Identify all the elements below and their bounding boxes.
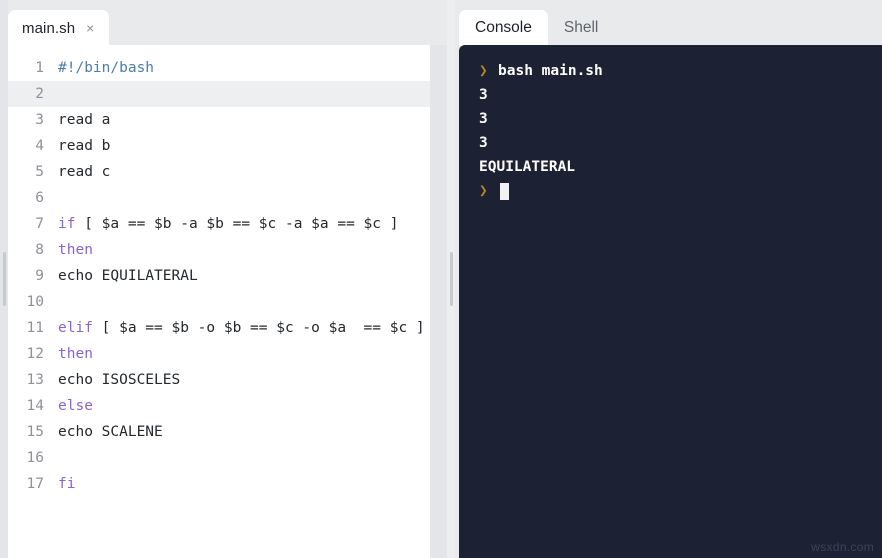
code-line[interactable]: 16 — [0, 445, 430, 471]
code-line[interactable]: 4 read b — [0, 133, 430, 159]
line-number: 11 — [26, 320, 44, 336]
console-output[interactable]: ❯ bash main.sh 3 3 3 EQUILATERAL ❯ wsxdn.com — [459, 45, 882, 558]
console-line: 3 — [459, 131, 882, 155]
editor-tab-main-sh[interactable]: main.sh × — [8, 10, 110, 46]
tab-console-label: Console — [475, 19, 532, 36]
editor-tabstrip: main.sh × — [0, 0, 455, 46]
panel-splitter[interactable] — [447, 0, 455, 558]
splitter-grip-icon — [450, 252, 453, 306]
terminal-cursor — [500, 182, 509, 200]
code-editor[interactable]: 1 #!/bin/bash 2 3 read a 4 read b 5 read c 6 7 if [… — [0, 45, 430, 558]
code-line[interactable]: 11 elif [ $a == $b -o $b == $c -o $a == $… — [0, 315, 430, 341]
editor-tab-label: main.sh — [22, 19, 76, 37]
code-line-text: then — [58, 237, 430, 263]
code-line[interactable]: 9 echo EQUILATERAL — [0, 263, 430, 289]
line-number: 1 — [35, 60, 44, 76]
code-line[interactable]: 5 read c — [0, 159, 430, 185]
code-line-text: echo EQUILATERAL — [58, 268, 198, 284]
console-line: 3 — [459, 83, 882, 107]
watermark: wsxdn.com — [811, 540, 874, 554]
code-line[interactable]: 7 if [ $a == $b -a $b == $c -a $a == $c ] — [0, 211, 430, 237]
line-number: 10 — [26, 294, 44, 310]
line-number: 14 — [26, 398, 44, 414]
code-line-text: else — [58, 393, 430, 419]
code-line[interactable]: 2 — [0, 81, 430, 107]
code-line[interactable]: 6 — [0, 185, 430, 211]
code-line[interactable]: 17 fi — [0, 471, 430, 497]
line-number: 13 — [26, 372, 44, 388]
code-line[interactable]: 1 #!/bin/bash — [0, 55, 430, 81]
code-keyword: fi — [58, 476, 76, 492]
code-keyword: then — [58, 242, 93, 258]
code-text-rest: [ $a == $b -o $b == $c -o $a == $c ] — [92, 320, 425, 336]
code-line[interactable]: 10 — [0, 289, 430, 315]
code-line[interactable]: 12 then — [0, 341, 430, 367]
line-number: 9 — [35, 268, 44, 284]
left-splitter[interactable] — [0, 0, 8, 558]
code-shebang: #!/bin/bash — [58, 60, 155, 76]
console-line-text: 3 — [479, 135, 488, 151]
code-line[interactable]: 14 else — [0, 393, 430, 419]
console-line: EQUILATERAL — [459, 155, 882, 179]
console-tabstrip: Console Shell — [459, 0, 882, 46]
code-keyword: if — [58, 216, 76, 232]
console-line-text: EQUILATERAL — [479, 159, 576, 175]
code-line-text: #!/bin/bash — [58, 55, 430, 81]
code-line-text: echo ISOSCELES — [58, 372, 181, 388]
console-line: 3 — [459, 107, 882, 131]
code-line-text: fi — [58, 471, 430, 497]
line-number: 8 — [35, 242, 44, 258]
code-line-text: if [ $a == $b -a $b == $c -a $a == $c ] — [58, 211, 430, 237]
code-line-text: read c — [58, 164, 111, 180]
code-line-text: then — [58, 341, 430, 367]
console-line: ❯ bash main.sh — [459, 59, 882, 83]
code-line-text: read a — [58, 112, 111, 128]
line-number: 17 — [26, 476, 44, 492]
code-keyword: then — [58, 346, 93, 362]
line-number: 12 — [26, 346, 44, 362]
code-line[interactable]: 13 echo ISOSCELES — [0, 367, 430, 393]
line-number: 16 — [26, 450, 44, 466]
line-number: 2 — [35, 86, 44, 102]
console-line-text: 3 — [479, 87, 488, 103]
ide-window: main.sh × 1 #!/bin/bash 2 3 read a 4 read b 5 re… — [0, 0, 882, 558]
console-pane: Console Shell ❯ bash main.sh 3 3 3 EQUILATERA… — [455, 0, 882, 558]
line-number: 7 — [35, 216, 44, 232]
splitter-grip-icon — [3, 252, 6, 306]
prompt-chevron-icon: ❯ — [479, 183, 488, 199]
line-number: 4 — [35, 138, 44, 154]
code-line-text: elif [ $a == $b -o $b == $c -o $a == $c … — [58, 315, 430, 341]
code-text-rest: [ $a == $b -a $b == $c -a $a == $c ] — [75, 216, 399, 232]
code-keyword: else — [58, 398, 93, 414]
editor-body[interactable]: 1 #!/bin/bash 2 3 read a 4 read b 5 read c 6 7 if [… — [0, 45, 455, 558]
code-line-text: echo SCALENE — [58, 424, 163, 440]
editor-pane: main.sh × 1 #!/bin/bash 2 3 read a 4 read b 5 re… — [0, 0, 455, 558]
code-line[interactable]: 15 echo SCALENE — [0, 419, 430, 445]
console-line-text: bash main.sh — [498, 63, 603, 79]
console-line-text: 3 — [479, 111, 488, 127]
code-line-text: read b — [58, 138, 111, 154]
line-number: 3 — [35, 112, 44, 128]
code-line[interactable]: 8 then — [0, 237, 430, 263]
code-line[interactable]: 3 read a — [0, 107, 430, 133]
close-icon[interactable]: × — [84, 21, 96, 35]
line-number: 6 — [35, 190, 44, 206]
code-keyword: elif — [58, 320, 93, 336]
console-line: ❯ — [459, 179, 882, 203]
tab-shell[interactable]: Shell — [548, 10, 614, 46]
line-number: 5 — [35, 164, 44, 180]
tab-console[interactable]: Console — [459, 10, 548, 46]
tab-shell-label: Shell — [563, 19, 599, 36]
prompt-chevron-icon: ❯ — [479, 63, 488, 79]
line-number: 15 — [26, 424, 44, 440]
console-line-list: ❯ bash main.sh 3 3 3 EQUILATERAL ❯ — [459, 59, 882, 203]
